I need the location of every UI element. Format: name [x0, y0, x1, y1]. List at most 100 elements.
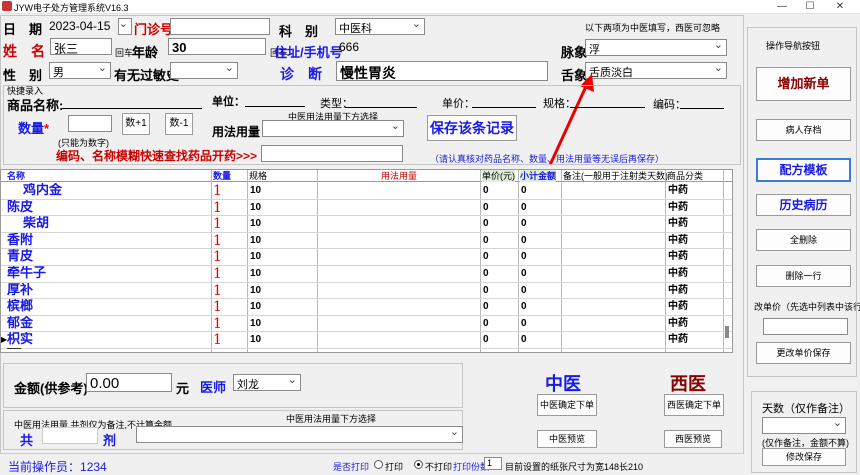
product-label: 商品名称: [7, 98, 64, 113]
table-row[interactable]: 鸡内金 1 10 0 0 中药 [1, 183, 732, 200]
cell-subtotal: 0 [521, 317, 527, 329]
tcm-preview-button[interactable]: 中医预览 [537, 430, 597, 448]
table-row[interactable]: 香附 1 10 0 0 中药 [1, 232, 732, 250]
address-field[interactable]: 666 [336, 39, 548, 56]
cell-subtotal: 0 [521, 185, 527, 196]
table-scrollbar-thumb[interactable] [725, 326, 729, 338]
cell-qty: 1 [213, 249, 222, 265]
noprint-option-label: 不打印 [425, 462, 453, 472]
pulse-select[interactable]: 浮 [585, 39, 727, 56]
table-row[interactable]: 柴胡 1 10 0 0 中药 [1, 216, 732, 233]
date-dropdown[interactable] [118, 18, 132, 35]
history-button[interactable]: 历史病历 [756, 194, 851, 216]
fuzzy-search-input[interactable] [261, 145, 403, 162]
delete-row-button[interactable]: 删除一行 [756, 265, 851, 287]
cell-qty: 1 [213, 199, 222, 216]
qty-field[interactable] [68, 115, 112, 132]
cell-spec: 10 [250, 201, 262, 213]
cell-subtotal: 0 [521, 218, 527, 230]
table-row[interactable]: 槟榔 1 10 0 0 中药 [1, 299, 732, 316]
cell-qty: 1 [213, 232, 222, 249]
age-label: 年龄 [132, 45, 159, 60]
name-field[interactable]: 张三 [50, 38, 112, 55]
cell-name: 牵牛子 [7, 266, 47, 281]
table-row[interactable]: 青皮 1 10 0 0 中药 [1, 249, 732, 266]
save-price-button[interactable]: 更改单价保存 [756, 342, 851, 364]
change-price-hint: 改单价（先选中列表中该行） [754, 302, 860, 312]
maximize-button[interactable]: ☐ [796, 0, 824, 13]
print-radio[interactable] [374, 460, 383, 469]
table-row[interactable]: 厚补 1 10 0 0 中药 [1, 283, 732, 300]
wm-preview-button[interactable]: 西医预览 [664, 430, 722, 448]
outpatient-field[interactable] [170, 18, 270, 35]
diagnosis-label: 诊 断 [280, 66, 322, 82]
cell-price: 0 [483, 317, 489, 329]
code-field[interactable] [680, 95, 724, 109]
table-row[interactable]: 陈皮 1 10 0 0 中药 [1, 199, 732, 217]
tcm-usage-select[interactable] [136, 426, 463, 443]
dose-label: 剂 [103, 433, 117, 448]
qty-minus-button[interactable]: 数-1 [165, 113, 193, 135]
price-field[interactable] [472, 94, 536, 108]
age-field[interactable]: 30 [168, 38, 266, 55]
patient-archive-button[interactable]: 病人存档 [756, 119, 851, 141]
cell-name: 鸡内金 [23, 183, 63, 198]
table-row[interactable]: 枳实 1 10 0 0 中药 ▶ [1, 332, 732, 349]
date-field[interactable]: 2023-04-15 [46, 18, 118, 35]
minimize-button[interactable]: — [768, 0, 796, 13]
wm-confirm-button[interactable]: 西医确定下单 [664, 394, 724, 416]
print-option-label: 打印 [385, 462, 404, 472]
table-row[interactable]: 郁金 1 10 0 0 中药 [1, 316, 732, 333]
cell-category: 中药 [668, 317, 688, 329]
cell-name: 槟榔 [7, 299, 34, 315]
modify-save-button[interactable]: 修改保存 [762, 448, 846, 466]
cell-category: 中药 [668, 234, 688, 246]
tcm-confirm-button[interactable]: 中医确定下单 [537, 394, 597, 416]
col-price: 单价(元) [482, 170, 515, 182]
dept-select[interactable]: 中医科 [335, 18, 425, 35]
cell-price: 0 [483, 218, 489, 230]
cell-subtotal: 0 [521, 201, 527, 213]
total-doses-field[interactable] [42, 427, 98, 444]
cell-name: 陈皮 [7, 199, 34, 215]
qty-plus-button[interactable]: 数+1 [122, 113, 150, 135]
save-record-button[interactable]: 保存该条记录 [427, 115, 517, 141]
print-copies-field[interactable]: 1 [484, 457, 502, 470]
sex-label: 性 别 [3, 68, 43, 83]
cell-spec: 10 [250, 251, 262, 263]
type-field[interactable] [345, 94, 417, 108]
pulse-label: 脉象 [561, 45, 588, 60]
add-new-button[interactable]: 增加新单 [756, 67, 851, 101]
col-usage: 用法用量 [381, 171, 418, 181]
noprint-radio[interactable] [414, 460, 423, 469]
address-label: 住址/手机号 [274, 45, 343, 60]
table-row[interactable]: 牵牛子 1 10 0 0 中药 [1, 266, 732, 283]
usage-select[interactable] [262, 120, 404, 137]
cell-category: 中药 [668, 284, 688, 296]
sex-select[interactable]: 男 [49, 62, 111, 79]
days-select[interactable] [762, 417, 846, 434]
cell-subtotal: 0 [521, 334, 527, 346]
delete-all-button[interactable]: 全删除 [756, 229, 851, 251]
cell-spec: 10 [250, 284, 262, 296]
change-price-field[interactable] [763, 318, 848, 335]
cell-price: 0 [483, 301, 489, 313]
template-button[interactable]: 配方模板 [756, 158, 851, 182]
allergy-select[interactable] [170, 62, 238, 79]
unit-field[interactable] [245, 93, 305, 107]
cell-price: 0 [483, 234, 489, 246]
product-field[interactable] [62, 95, 202, 109]
total-label: 共 [20, 433, 34, 448]
cell-spec: 10 [250, 234, 262, 246]
close-button[interactable]: ✕ [826, 0, 854, 13]
spec-field[interactable] [570, 94, 645, 108]
tongue-select[interactable]: 舌质淡白 [585, 62, 727, 79]
diagnosis-field[interactable]: 慢性胃炎 [336, 61, 548, 81]
col-qty: 数量 [213, 171, 232, 181]
cell-name: 柴胡 [23, 216, 50, 232]
doctor-select[interactable]: 刘龙 [233, 374, 301, 391]
cell-spec: 10 [250, 334, 262, 346]
amount-field[interactable]: 0.00 [86, 373, 172, 392]
doctor-label: 医师 [200, 380, 227, 395]
cell-spec: 10 [250, 301, 262, 313]
